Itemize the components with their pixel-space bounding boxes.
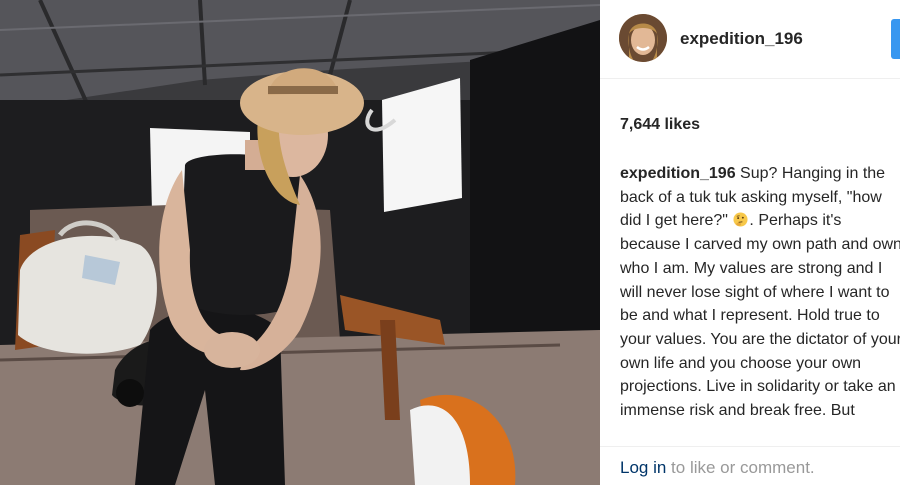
login-link[interactable]: Log in xyxy=(620,458,666,477)
instagram-post-view: expedition_196 7,644 likes expedition_19… xyxy=(0,0,900,485)
author-avatar[interactable] xyxy=(619,14,667,62)
author-username-link[interactable]: expedition_196 xyxy=(680,29,803,49)
post-header: expedition_196 xyxy=(600,0,900,79)
caption-text: expedition_196 Sup? Hanging in the back … xyxy=(620,162,900,424)
caption-username-link[interactable]: expedition_196 xyxy=(620,165,736,182)
login-prompt: Log in to like or comment. xyxy=(620,458,815,478)
caption-container: expedition_196 Sup? Hanging in the back … xyxy=(620,162,900,424)
caption-text-part-2: . Perhaps it's because I carved my own p… xyxy=(620,212,900,420)
login-prompt-text: to like or comment. xyxy=(666,458,815,477)
likes-count: 7,644 likes xyxy=(620,116,701,133)
profile-photo-icon xyxy=(619,14,667,62)
thinking-face-emoji-icon xyxy=(733,212,748,227)
follow-button[interactable] xyxy=(891,19,900,59)
post-photo[interactable] xyxy=(0,0,600,485)
post-photo-illustration xyxy=(0,0,600,485)
footer-divider xyxy=(600,446,900,447)
post-side-panel: expedition_196 7,644 likes expedition_19… xyxy=(600,0,900,485)
